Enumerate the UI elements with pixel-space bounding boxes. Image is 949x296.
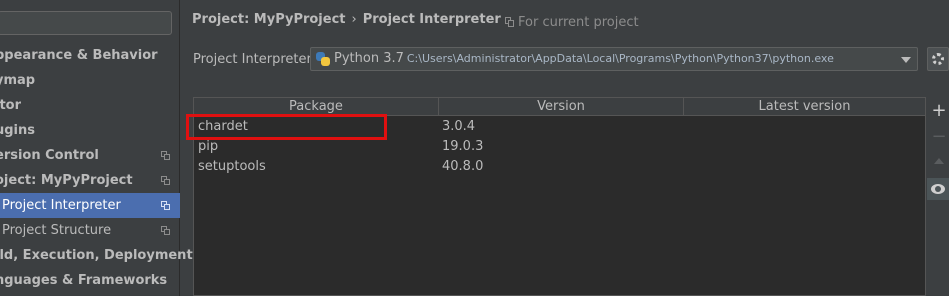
sidebar-item-label: ppearance & Behavior (0, 48, 158, 63)
settings-sidebar: ppearance & Behavior ymap itor ugins ersion … (0, 0, 193, 296)
for-current-project-label: For current project (518, 15, 639, 30)
copy-icon (161, 201, 170, 210)
copy-icon (161, 226, 170, 235)
sidebar-item-label: nguages & Frameworks (0, 273, 168, 288)
upgrade-package-button[interactable] (934, 158, 944, 164)
interpreter-path: C:\Users\Administrator\AppData\Local\Pro… (406, 52, 834, 65)
breadcrumb: Project: MyPyProject › Project Interpreter (192, 12, 501, 27)
sidebar-item-label: ild, Execution, Deployment (0, 248, 193, 263)
packages-table: Package Version Latest version chardet 3.… (193, 97, 926, 296)
cell-package: setuptools (198, 159, 266, 174)
sidebar-item-label: ugins (0, 123, 36, 138)
column-header-version[interactable]: Version (439, 98, 684, 115)
sidebar-item[interactable]: ppearance & Behavior (0, 43, 180, 68)
sidebar-item[interactable]: nguages & Frameworks (0, 268, 180, 293)
sidebar-item[interactable]: ersion Control (0, 143, 180, 168)
sidebar-item-label: Project Interpreter (2, 198, 121, 213)
sidebar-item[interactable]: ild, Execution, Deployment (0, 243, 193, 268)
sidebar-item-label: Project Structure (2, 223, 112, 238)
gear-icon (932, 53, 944, 65)
interpreter-dropdown[interactable]: Python 3.7 C:\Users\Administrator\AppData… (310, 47, 918, 71)
copy-icon (161, 176, 170, 185)
settings-search-input[interactable] (0, 11, 172, 35)
table-row[interactable]: pip 19.0.3 (194, 137, 925, 157)
interpreter-label: Project Interpreter: (193, 52, 317, 67)
sidebar-item-label: ersion Control (0, 148, 99, 163)
cell-package: chardet (198, 119, 248, 134)
add-package-button[interactable]: + (929, 102, 949, 120)
show-early-releases-button[interactable] (927, 178, 949, 200)
sidebar-item[interactable]: ugins (0, 118, 180, 143)
column-header-package[interactable]: Package (194, 98, 439, 115)
copy-icon (505, 17, 514, 27)
cell-package: pip (198, 139, 219, 154)
packages-table-header: Package Version Latest version (194, 98, 925, 116)
cell-version: 19.0.3 (442, 139, 484, 154)
cell-version: 3.0.4 (442, 119, 476, 134)
sidebar-item[interactable]: ymap (0, 68, 180, 93)
chevron-down-icon[interactable] (901, 57, 911, 63)
column-header-latest-version[interactable]: Latest version (684, 98, 925, 115)
sidebar-item-label: ymap (0, 73, 36, 88)
interpreter-name: Python 3.7 (334, 51, 404, 66)
breadcrumb-project[interactable]: Project: MyPyProject (192, 12, 346, 27)
for-current-project-note: For current project (505, 15, 639, 30)
sidebar-item[interactable]: itor (0, 93, 180, 118)
remove-package-button[interactable]: − (929, 128, 949, 146)
breadcrumb-separator: › (351, 12, 357, 27)
table-row[interactable]: setuptools 40.8.0 (194, 157, 925, 177)
sidebar-item[interactable]: oject: MyPyProject (0, 168, 180, 193)
sidebar-item[interactable]: Project Interpreter (0, 193, 180, 218)
python-icon (316, 52, 330, 66)
sidebar-item-label: itor (0, 98, 22, 113)
sidebar-item-label: oject: MyPyProject (0, 173, 133, 188)
table-row[interactable]: chardet 3.0.4 (194, 117, 925, 137)
breadcrumb-page: Project Interpreter (362, 12, 501, 27)
interpreter-settings-button[interactable] (927, 47, 949, 71)
cell-version: 40.8.0 (442, 159, 484, 174)
copy-icon (161, 151, 170, 160)
sidebar-item[interactable]: Project Structure (0, 218, 180, 243)
